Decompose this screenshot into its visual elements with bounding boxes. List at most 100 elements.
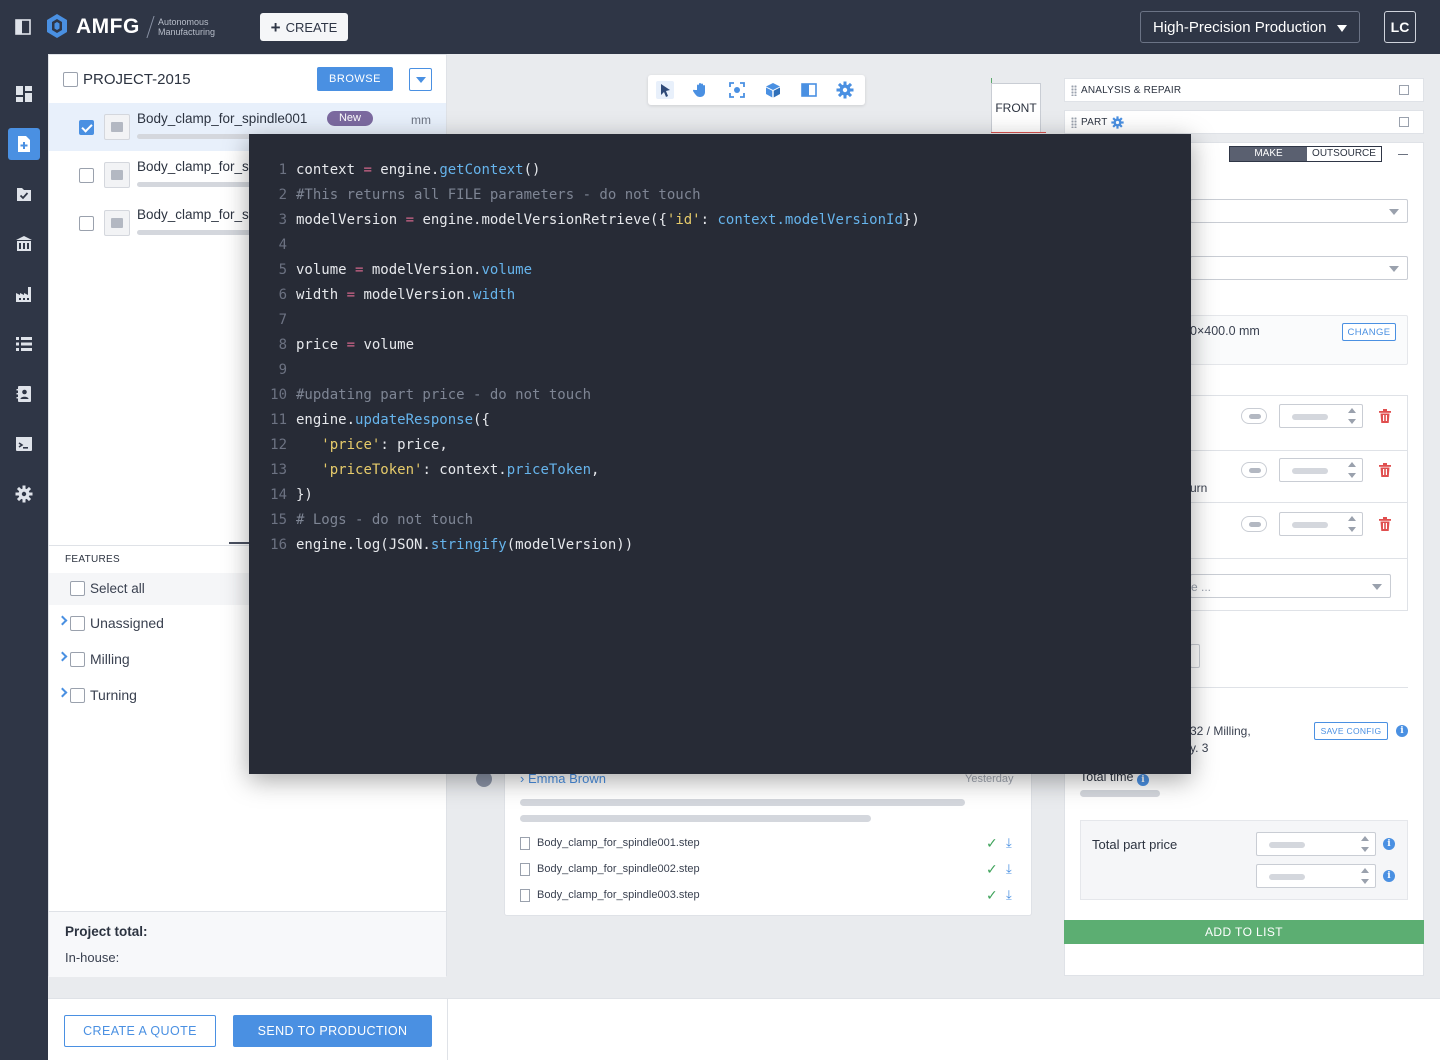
code-line[interactable]: 10 #updating part price - do not touch: [249, 383, 1189, 408]
code-line[interactable]: 11 engine.updateResponse({: [249, 408, 1189, 433]
code-line[interactable]: 8 price = volume: [249, 333, 1189, 358]
create-button[interactable]: + CREATE: [260, 13, 348, 41]
code-line[interactable]: 1 context = engine.getContext(): [249, 158, 1189, 183]
fit-view-icon[interactable]: [728, 81, 746, 99]
decrement-icon[interactable]: [1348, 527, 1356, 532]
browse-button[interactable]: BROWSE: [317, 67, 393, 91]
decrement-icon[interactable]: [1348, 473, 1356, 478]
increment-icon[interactable]: [1361, 868, 1369, 873]
chevron-right-icon[interactable]: [57, 687, 68, 698]
sidebar-item-settings[interactable]: [8, 478, 40, 510]
trash-icon[interactable]: [1379, 463, 1391, 477]
increment-icon[interactable]: [1348, 408, 1356, 413]
select-all-checkbox[interactable]: [70, 581, 85, 596]
save-config-button[interactable]: SAVE CONFIG: [1314, 722, 1388, 740]
viewer-settings-gear-icon[interactable]: [836, 81, 854, 99]
increment-icon[interactable]: [1348, 516, 1356, 521]
sidebar-item-lists[interactable]: [8, 328, 40, 360]
sidebar-item-factory[interactable]: [8, 278, 40, 310]
pan-hand-icon[interactable]: [692, 81, 710, 99]
total-price-input[interactable]: [1256, 864, 1376, 888]
chevron-right-icon[interactable]: [57, 651, 68, 662]
code-line[interactable]: 15 # Logs - do not touch: [249, 508, 1189, 533]
unit-price-input[interactable]: [1256, 832, 1376, 856]
feature-checkbox[interactable]: [70, 652, 85, 667]
feature-checkbox[interactable]: [70, 616, 85, 631]
code-line[interactable]: 6 width = modelVersion.width: [249, 283, 1189, 308]
input-edge[interactable]: [1190, 644, 1200, 668]
drag-handle-icon[interactable]: [1071, 85, 1077, 96]
code-line[interactable]: 4: [249, 233, 1189, 258]
view-cube[interactable]: FRONT: [991, 83, 1041, 133]
download-icon[interactable]: ⤓: [1006, 835, 1012, 851]
expand-icon[interactable]: [1399, 85, 1409, 95]
operation-toggle[interactable]: [1241, 462, 1267, 478]
decrement-icon[interactable]: [1361, 847, 1369, 852]
sidebar-item-new-project[interactable]: [8, 128, 40, 160]
add-to-list-button[interactable]: ADD TO LIST: [1064, 920, 1424, 944]
add-operation-select[interactable]: e ...: [1190, 574, 1391, 598]
code-line[interactable]: 9: [249, 358, 1189, 383]
trash-icon[interactable]: [1379, 517, 1391, 531]
attachment-name[interactable]: Body_clamp_for_spindle001.step: [537, 837, 700, 849]
info-icon[interactable]: i: [1383, 838, 1395, 850]
make-outsource-toggle[interactable]: MAKE OUTSOURCE: [1229, 146, 1382, 162]
drag-handle-icon[interactable]: [1071, 117, 1077, 128]
collapse-icon[interactable]: [1398, 154, 1408, 155]
sidebar-item-contacts[interactable]: [8, 378, 40, 410]
outsource-option[interactable]: OUTSOURCE: [1307, 147, 1381, 161]
part-header[interactable]: PART: [1064, 110, 1424, 134]
select-all-row[interactable]: Select all: [49, 573, 249, 605]
process-select[interactable]: [1190, 256, 1408, 280]
chevron-right-icon[interactable]: [57, 615, 68, 626]
section-view-icon[interactable]: [800, 81, 818, 99]
decrement-icon[interactable]: [1361, 879, 1369, 884]
attachment-name[interactable]: Body_clamp_for_spindle002.step: [537, 863, 700, 875]
increment-icon[interactable]: [1348, 462, 1356, 467]
material-select[interactable]: [1190, 199, 1408, 223]
code-line[interactable]: 2 #This returns all FILE parameters - do …: [249, 183, 1189, 208]
send-to-production-button[interactable]: SEND TO PRODUCTION: [233, 1015, 432, 1047]
sidebar-item-dashboard[interactable]: [8, 78, 40, 110]
project-dropdown-button[interactable]: [409, 68, 432, 91]
code-line[interactable]: 13 'priceToken': context.priceToken,: [249, 458, 1189, 483]
file-checkbox[interactable]: [79, 168, 94, 183]
sidebar-item-institutions[interactable]: [8, 228, 40, 260]
analysis-repair-header[interactable]: ANALYSIS & REPAIR: [1064, 78, 1424, 102]
create-quote-button[interactable]: CREATE A QUOTE: [64, 1015, 216, 1047]
download-icon[interactable]: ⤓: [1006, 861, 1012, 877]
code-editor-modal[interactable]: 1 context = engine.getContext() 2 #This ret…: [249, 134, 1191, 774]
operation-toggle[interactable]: [1241, 516, 1267, 532]
code-line[interactable]: 3 modelVersion = engine.modelVersionRetri…: [249, 208, 1189, 233]
code-line[interactable]: 16 engine.log(JSON.stringify(modelVersion…: [249, 533, 1189, 558]
feature-checkbox[interactable]: [70, 688, 85, 703]
select-cursor-icon[interactable]: [656, 81, 674, 99]
cube-view-icon[interactable]: [764, 81, 782, 99]
code-line[interactable]: 5 volume = modelVersion.volume: [249, 258, 1189, 283]
code-line[interactable]: 12 'price': price,: [249, 433, 1189, 458]
info-icon[interactable]: i: [1383, 870, 1395, 882]
change-dimensions-button[interactable]: CHANGE: [1342, 323, 1396, 341]
expand-icon[interactable]: [1399, 117, 1409, 127]
trash-icon[interactable]: [1379, 409, 1391, 423]
part-settings-gear-icon[interactable]: [1111, 116, 1124, 129]
user-avatar[interactable]: LC: [1384, 11, 1416, 43]
panel-toggle-icon[interactable]: [15, 19, 31, 35]
make-option[interactable]: MAKE: [1230, 147, 1307, 161]
code-line[interactable]: 7: [249, 308, 1189, 333]
file-checkbox[interactable]: [79, 216, 94, 231]
production-mode-select[interactable]: High-Precision Production: [1140, 11, 1360, 43]
operation-toggle[interactable]: [1241, 408, 1267, 424]
info-icon[interactable]: i: [1136, 774, 1149, 786]
file-checkbox[interactable]: [79, 120, 94, 135]
code-line[interactable]: 14}): [249, 483, 1189, 508]
operation-value-input[interactable]: [1279, 404, 1363, 428]
project-select-all-checkbox[interactable]: [63, 72, 78, 87]
sidebar-item-scripts[interactable]: [8, 428, 40, 460]
info-icon[interactable]: i: [1396, 725, 1408, 737]
decrement-icon[interactable]: [1348, 419, 1356, 424]
operation-value-input[interactable]: [1279, 512, 1363, 536]
sidebar-item-orders[interactable]: [8, 178, 40, 210]
download-icon[interactable]: ⤓: [1006, 887, 1012, 903]
increment-icon[interactable]: [1361, 836, 1369, 841]
